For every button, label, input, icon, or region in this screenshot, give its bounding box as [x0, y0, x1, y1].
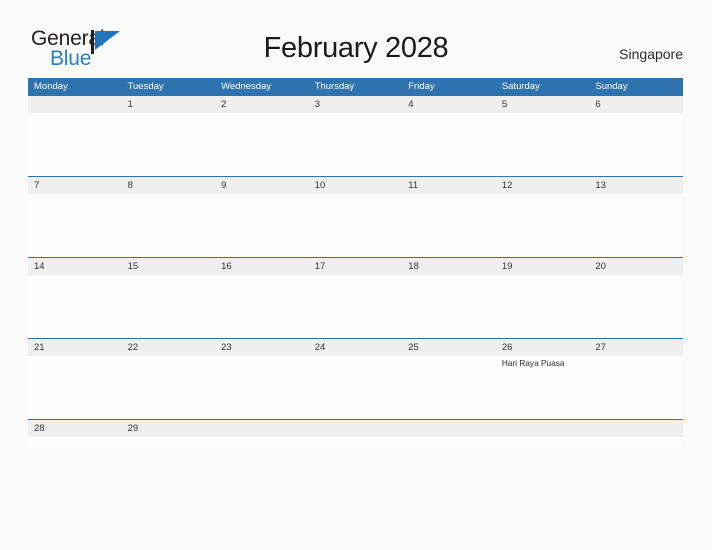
- week-body-band: [28, 437, 683, 448]
- day-cell[interactable]: [309, 275, 403, 338]
- week-body-band: Hari Raya Puasa: [28, 356, 683, 419]
- day-number[interactable]: 13: [589, 177, 683, 194]
- calendar-week-row: 14 15 16 17 18 19 20: [28, 257, 683, 338]
- day-cell[interactable]: [309, 113, 403, 176]
- day-cell[interactable]: [215, 356, 309, 419]
- day-number[interactable]: [28, 96, 122, 113]
- day-cell[interactable]: [589, 275, 683, 338]
- day-cell[interactable]: [589, 356, 683, 419]
- week-body-band: [28, 194, 683, 257]
- day-cell[interactable]: [28, 275, 122, 338]
- calendar-week-row: 7 8 9 10 11 12 13: [28, 176, 683, 257]
- weekday-header-tuesday: Tuesday: [127, 81, 164, 92]
- day-number[interactable]: 3: [309, 96, 403, 113]
- calendar-week-row: 21 22 23 24 25 26 27 Hari Raya Puasa: [28, 338, 683, 419]
- day-number[interactable]: 7: [28, 177, 122, 194]
- day-cell[interactable]: [28, 113, 122, 176]
- day-cell[interactable]: [402, 275, 496, 338]
- day-number[interactable]: 15: [122, 258, 216, 275]
- day-number[interactable]: 9: [215, 177, 309, 194]
- day-cell[interactable]: [589, 437, 683, 448]
- day-number[interactable]: [215, 420, 309, 437]
- weekday-header-thursday: Thursday: [314, 81, 355, 92]
- day-cell[interactable]: [309, 356, 403, 419]
- day-cell[interactable]: [122, 437, 216, 448]
- day-number[interactable]: 16: [215, 258, 309, 275]
- day-number[interactable]: 19: [496, 258, 590, 275]
- day-number[interactable]: 28: [28, 420, 122, 437]
- day-cell[interactable]: [402, 356, 496, 419]
- day-cell[interactable]: [215, 437, 309, 448]
- day-cell[interactable]: [402, 113, 496, 176]
- day-number[interactable]: 11: [402, 177, 496, 194]
- day-cell[interactable]: [28, 356, 122, 419]
- day-event-holiday: Hari Raya Puasa: [501, 358, 565, 368]
- weekday-header-wednesday: Wednesday: [221, 81, 272, 92]
- day-number[interactable]: 27: [589, 339, 683, 356]
- day-number[interactable]: 2: [215, 96, 309, 113]
- day-cell[interactable]: [215, 194, 309, 257]
- day-number[interactable]: 1: [122, 96, 216, 113]
- day-number[interactable]: 23: [215, 339, 309, 356]
- country-label: Singapore: [619, 46, 683, 62]
- day-cell[interactable]: [309, 437, 403, 448]
- day-number[interactable]: [496, 420, 590, 437]
- calendar-week-row: 1 2 3 4 5 6: [28, 96, 683, 176]
- day-cell-holiday[interactable]: Hari Raya Puasa: [496, 356, 590, 419]
- week-body-band: [28, 275, 683, 338]
- week-date-band: 1 2 3 4 5 6: [28, 96, 683, 113]
- calendar-page: General Blue February 2028 Singapore Mon…: [0, 0, 712, 550]
- day-cell[interactable]: [122, 194, 216, 257]
- day-number[interactable]: 6: [589, 96, 683, 113]
- day-cell[interactable]: [402, 194, 496, 257]
- day-cell[interactable]: [122, 275, 216, 338]
- weekday-header-sunday: Sunday: [595, 81, 628, 92]
- day-number[interactable]: 25: [402, 339, 496, 356]
- weekday-header-row: Monday Tuesday Wednesday Thursday Friday…: [28, 78, 683, 96]
- day-number[interactable]: 22: [122, 339, 216, 356]
- day-cell[interactable]: [402, 437, 496, 448]
- day-cell[interactable]: [309, 194, 403, 257]
- week-date-band: 7 8 9 10 11 12 13: [28, 177, 683, 194]
- day-number[interactable]: 18: [402, 258, 496, 275]
- day-cell[interactable]: [589, 194, 683, 257]
- weekday-header-saturday: Saturday: [501, 81, 540, 92]
- day-cell[interactable]: [496, 113, 590, 176]
- day-cell[interactable]: [496, 437, 590, 448]
- day-cell[interactable]: [496, 194, 590, 257]
- day-number[interactable]: 24: [309, 339, 403, 356]
- day-number[interactable]: [309, 420, 403, 437]
- day-number[interactable]: 21: [28, 339, 122, 356]
- calendar-week-row: 28 29: [28, 419, 683, 448]
- day-cell[interactable]: [215, 113, 309, 176]
- day-cell[interactable]: [122, 113, 216, 176]
- week-date-band: 28 29: [28, 420, 683, 437]
- day-cell[interactable]: [589, 113, 683, 176]
- page-header: General Blue February 2028 Singapore: [0, 0, 712, 78]
- day-number[interactable]: 17: [309, 258, 403, 275]
- day-cell[interactable]: [496, 275, 590, 338]
- calendar-grid: Monday Tuesday Wednesday Thursday Friday…: [28, 78, 683, 448]
- day-number[interactable]: 10: [309, 177, 403, 194]
- week-date-band: 21 22 23 24 25 26 27: [28, 339, 683, 356]
- day-number[interactable]: 26: [496, 339, 590, 356]
- day-cell[interactable]: [122, 356, 216, 419]
- day-number[interactable]: 4: [402, 96, 496, 113]
- day-number[interactable]: 29: [122, 420, 216, 437]
- day-cell[interactable]: [28, 437, 122, 448]
- week-body-band: [28, 113, 683, 176]
- day-number[interactable]: [589, 420, 683, 437]
- day-cell[interactable]: [215, 275, 309, 338]
- weekday-header-monday: Monday: [34, 81, 68, 92]
- day-number[interactable]: [402, 420, 496, 437]
- day-cell[interactable]: [28, 194, 122, 257]
- day-number[interactable]: 20: [589, 258, 683, 275]
- week-date-band: 14 15 16 17 18 19 20: [28, 258, 683, 275]
- weekday-header-friday: Friday: [408, 81, 435, 92]
- page-title: February 2028: [263, 32, 449, 64]
- day-number[interactable]: 12: [496, 177, 590, 194]
- day-number[interactable]: 14: [28, 258, 122, 275]
- day-number[interactable]: 8: [122, 177, 216, 194]
- day-number[interactable]: 5: [496, 96, 590, 113]
